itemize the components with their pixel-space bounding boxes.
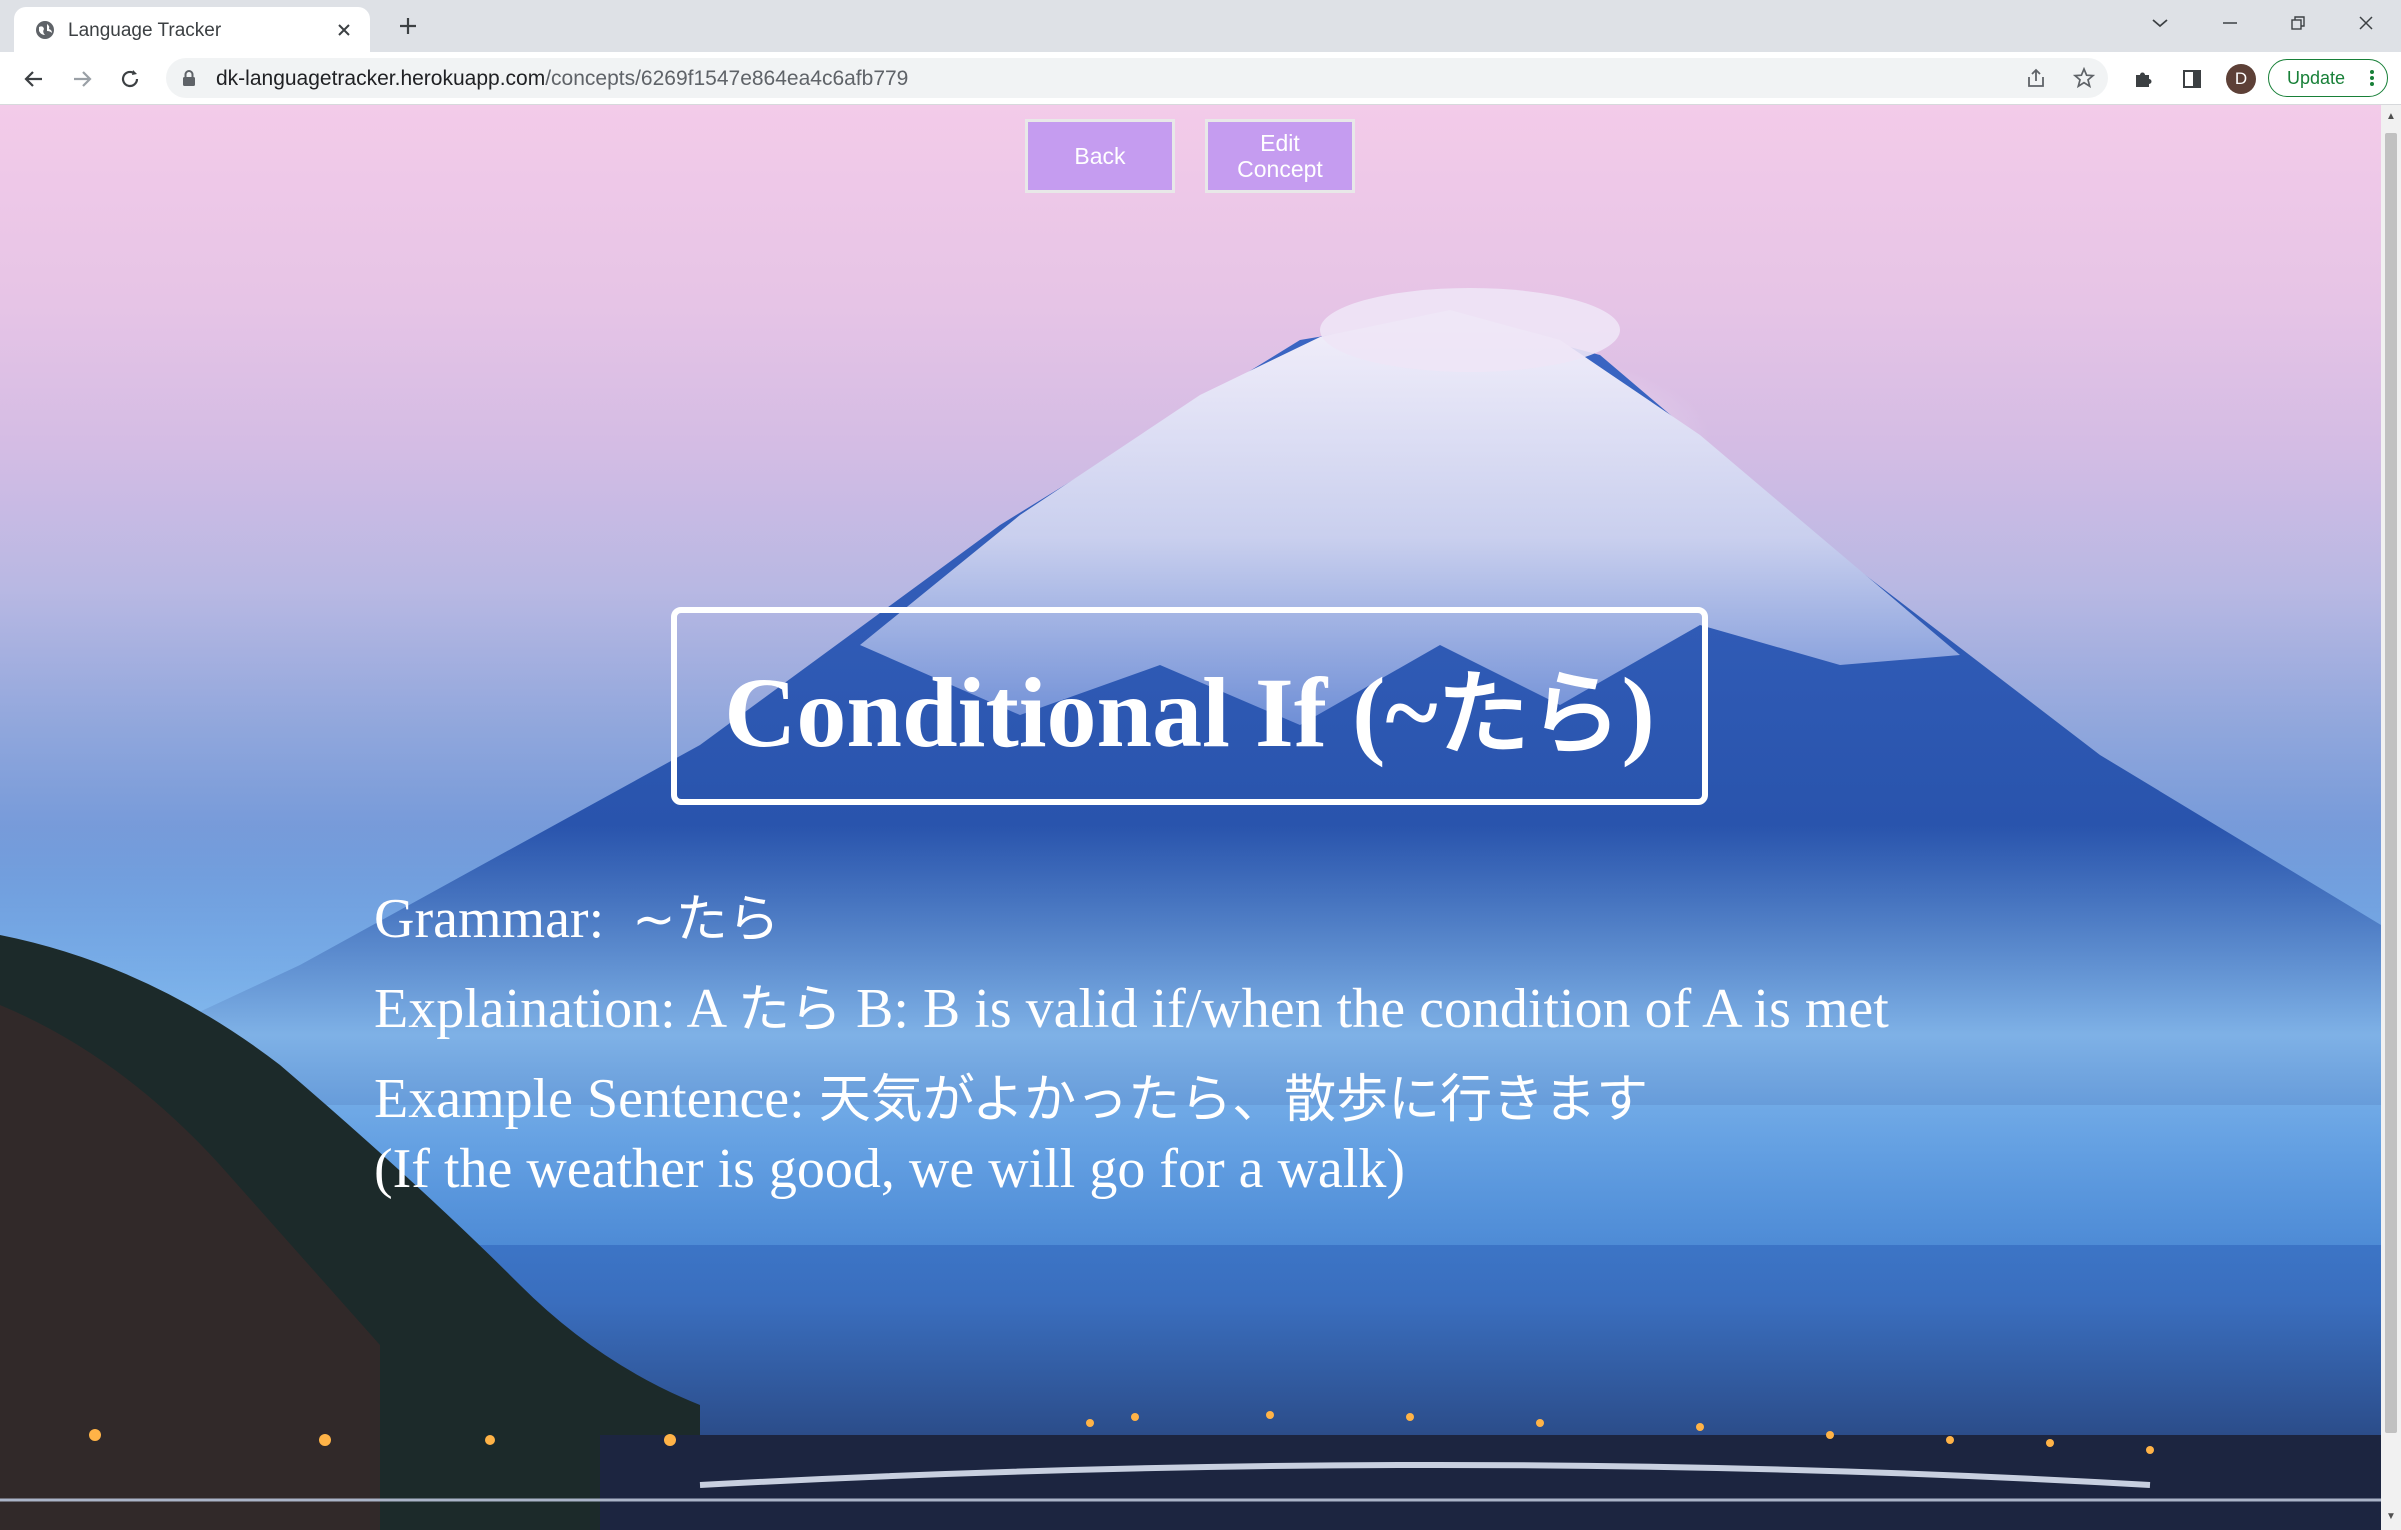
grammar-value: ~たら xyxy=(632,890,780,950)
example-sentence: 天気がよかったら、散歩に行きます xyxy=(818,1070,1649,1130)
url-domain: dk-languagetracker.herokuapp.com xyxy=(216,67,546,90)
scroll-down-icon[interactable]: ▼ xyxy=(2385,1511,2397,1523)
update-label: Update xyxy=(2287,67,2346,88)
reload-icon[interactable] xyxy=(114,63,146,95)
title-english: Conditional If (~ xyxy=(724,656,1438,768)
mount-fuji-background xyxy=(0,288,2381,1530)
url-path: /concepts/6269f1547e864ea4c6afb779 xyxy=(545,67,909,90)
back-button-label: Back xyxy=(1074,143,1126,169)
explanation-line: Explaination: A たら B: B is valid if/when… xyxy=(374,967,1889,1042)
title-japanese: たら xyxy=(1437,660,1622,768)
example-label: Example Sentence: xyxy=(374,1068,819,1130)
example-line: Example Sentence: 天気がよかったら、散歩に行きます xyxy=(374,1057,1648,1132)
page-scrollbar[interactable]: ▲ ▼ xyxy=(2381,105,2401,1530)
translation-line: (If the weather is good, we will go for … xyxy=(374,1138,1405,1200)
edit-label-line2: Concept xyxy=(1237,156,1323,182)
browser-tab[interactable]: Language Tracker xyxy=(14,7,370,52)
browser-toolbar: dk-languagetracker.herokuapp.com/concept… xyxy=(0,52,2401,105)
edit-label-line1: Edit xyxy=(1260,130,1300,156)
side-panel-icon[interactable] xyxy=(2177,64,2207,94)
globe-icon xyxy=(36,21,54,39)
tab-close-icon[interactable] xyxy=(332,18,356,42)
back-arrow-icon[interactable] xyxy=(18,63,50,95)
new-tab-icon[interactable] xyxy=(392,10,424,42)
explanation-japanese: たら xyxy=(737,980,842,1040)
tab-search-chevron-icon[interactable] xyxy=(2140,8,2180,38)
title-close-paren: ) xyxy=(1621,656,1655,768)
concept-title: Conditional If (~たら) xyxy=(724,640,1655,773)
more-menu-icon xyxy=(2370,70,2374,86)
profile-avatar[interactable]: D xyxy=(2226,64,2256,94)
minimize-icon[interactable] xyxy=(2210,8,2250,38)
grammar-line: Grammar: ~たら xyxy=(374,877,780,952)
explanation-label: Explaination: A xyxy=(374,978,738,1040)
back-button[interactable]: Back xyxy=(1025,119,1175,193)
restore-icon[interactable] xyxy=(2278,8,2318,38)
grammar-label: Grammar: xyxy=(374,888,605,950)
share-icon[interactable] xyxy=(2024,66,2048,90)
scroll-up-icon[interactable]: ▲ xyxy=(2385,111,2397,123)
url-text: dk-languagetracker.herokuapp.com/concept… xyxy=(216,67,908,91)
forward-arrow-icon[interactable] xyxy=(66,63,98,95)
tab-strip: Language Tracker xyxy=(0,0,2401,52)
update-button[interactable]: Update xyxy=(2268,59,2388,97)
bookmark-star-icon[interactable] xyxy=(2072,66,2096,90)
extensions-puzzle-icon[interactable] xyxy=(2128,64,2158,94)
page-viewport: Back Edit Concept Conditional If (~たら) Gr… xyxy=(0,105,2381,1530)
tab-title: Language Tracker xyxy=(68,20,222,41)
explanation-text: B: B is valid if/when the condition of A… xyxy=(842,978,1889,1040)
address-bar[interactable]: dk-languagetracker.herokuapp.com/concept… xyxy=(166,58,2108,98)
edit-concept-button[interactable]: Edit Concept xyxy=(1205,119,1355,193)
lock-icon xyxy=(183,70,195,86)
edit-concept-label: Edit Concept xyxy=(1237,130,1323,182)
concept-title-box: Conditional If (~たら) xyxy=(671,607,1708,805)
scroll-thumb[interactable] xyxy=(2385,133,2397,1433)
close-window-icon[interactable] xyxy=(2346,8,2386,38)
